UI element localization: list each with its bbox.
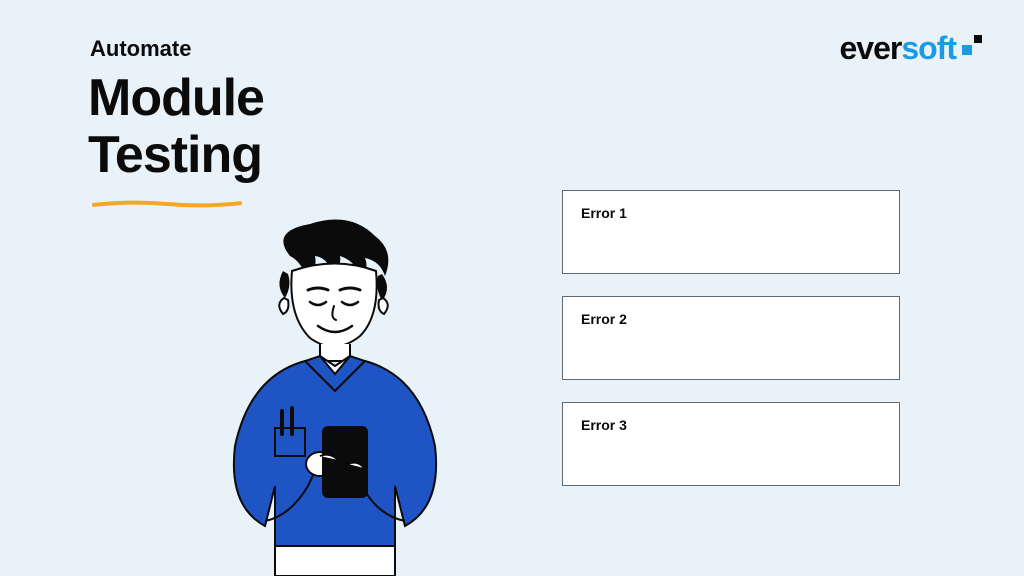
error-box: Error 1 [562,190,900,274]
error-label: Error 3 [581,417,627,433]
logo-mark-icon [962,35,984,57]
page-title: Module Testing [88,70,264,184]
title-line-2: Testing [88,127,264,184]
person-illustration [180,216,470,576]
underline-accent [92,200,242,208]
logo-text-part1: ever [840,30,902,66]
kicker-text: Automate [90,36,191,62]
error-label: Error 2 [581,311,627,327]
title-line-1: Module [88,70,264,127]
error-label: Error 1 [581,205,627,221]
logo-text-part2: soft [901,30,956,66]
brand-logo: eversoft [840,30,985,67]
error-box: Error 2 [562,296,900,380]
error-box: Error 3 [562,402,900,486]
error-list: Error 1 Error 2 Error 3 [562,190,900,486]
